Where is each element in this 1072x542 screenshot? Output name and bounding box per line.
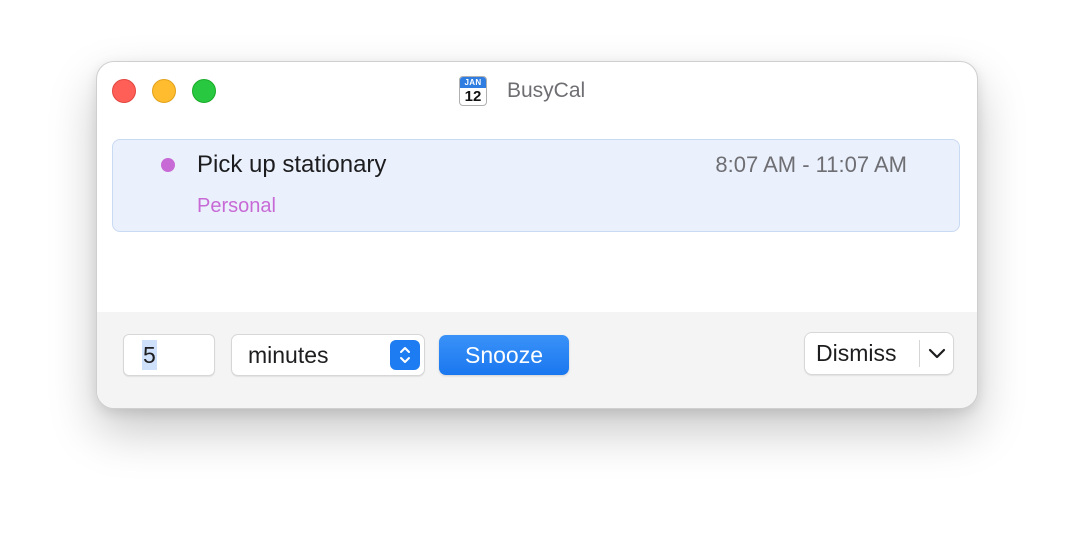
snooze-amount-value[interactable]: 5	[142, 340, 157, 370]
busycal-alert-window: JAN 12 BusyCal Pick up stationary 8:07 A…	[96, 61, 978, 409]
app-title-text: BusyCal	[507, 79, 586, 102]
event-row[interactable]: Pick up stationary 8:07 AM - 11:07 AM Pe…	[112, 139, 960, 232]
up-down-chevron-icon[interactable]	[390, 340, 420, 370]
snooze-unit-select[interactable]: minutes	[231, 334, 425, 376]
close-window-button[interactable]	[112, 79, 136, 103]
event-calendar-name: Personal	[197, 195, 276, 217]
calendar-icon: JAN 12	[459, 76, 487, 106]
zoom-window-button[interactable]	[192, 79, 216, 103]
minimize-window-button[interactable]	[152, 79, 176, 103]
calendar-icon-month: JAN	[460, 77, 486, 88]
snooze-amount-field[interactable]: 5	[123, 334, 215, 376]
snooze-button[interactable]: Snooze	[439, 335, 569, 375]
alert-footer: 5 minutes Snooze Dismiss	[97, 312, 977, 408]
calendar-icon-day: 12	[464, 88, 482, 105]
dismiss-separator	[919, 340, 920, 367]
window-title: JAN 12 BusyCal	[459, 76, 585, 106]
dismiss-label[interactable]: Dismiss	[816, 338, 897, 368]
titlebar[interactable]: JAN 12 BusyCal	[97, 62, 977, 120]
dismiss-button[interactable]: Dismiss	[804, 332, 954, 375]
chevron-down-icon[interactable]	[927, 343, 947, 363]
event-title: Pick up stationary	[197, 151, 387, 178]
snooze-unit-label: minutes	[248, 342, 329, 368]
event-time: 8:07 AM - 11:07 AM	[715, 152, 907, 177]
calendar-color-dot-icon	[161, 158, 175, 172]
